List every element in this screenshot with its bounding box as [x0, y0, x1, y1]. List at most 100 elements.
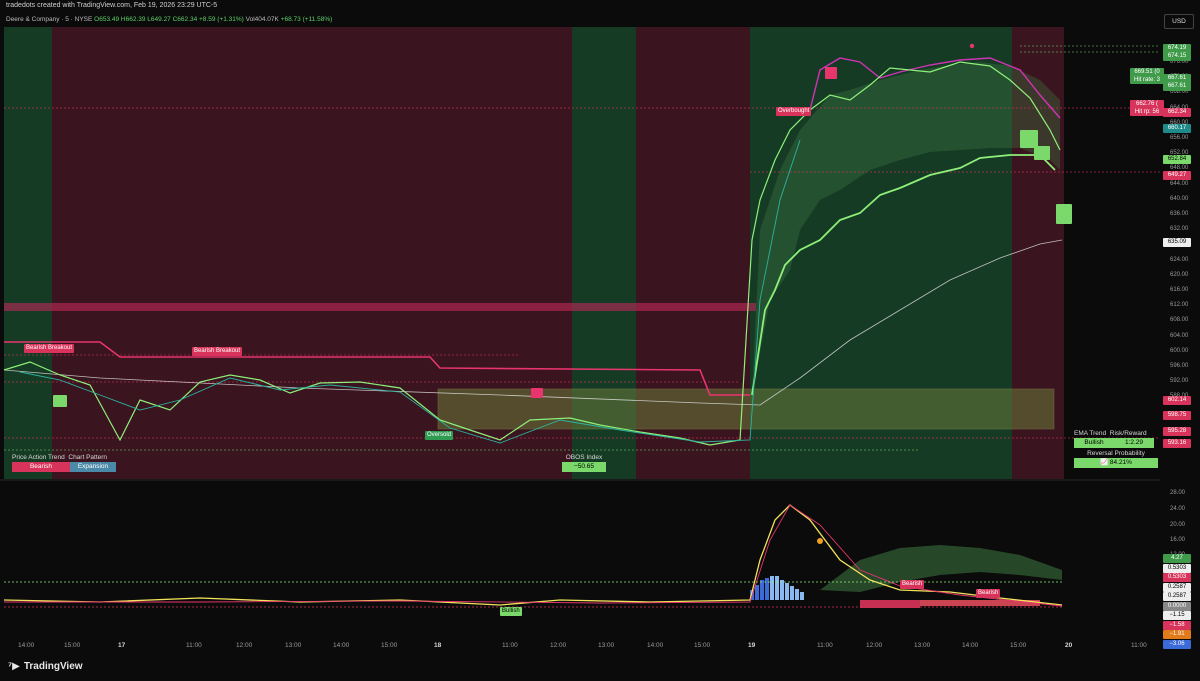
time-axis-tick: 20 — [1065, 642, 1073, 649]
price-action-trend-label: Price Action Trend — [12, 454, 65, 461]
price-tag: 635.09 — [1163, 238, 1191, 247]
time-axis-tick: 15:00 — [694, 642, 711, 649]
time-axis-tick: 13:00 — [285, 642, 302, 649]
time-axis-tick: 19 — [748, 642, 756, 649]
price-axis-tick: 636.00 — [1170, 211, 1189, 217]
oversold-tag: Oversold — [425, 431, 454, 440]
time-axis-tick: 14:00 — [18, 642, 35, 649]
hit-rate-box-bottom: 662.76 ( Hit rp: 56 — [1130, 100, 1164, 116]
bearish-osc-tag: Bearish — [900, 580, 925, 589]
osc-axis-tick: 28.00 — [1170, 490, 1186, 496]
sell-signal-marker[interactable] — [825, 67, 837, 79]
time-axis-tick: 11:00 — [502, 642, 518, 649]
chart-pattern-label: Chart Pattern — [68, 454, 108, 461]
price-axis-tick: 624.00 — [1170, 256, 1189, 263]
price-axis-tick: 644.00 — [1170, 180, 1189, 187]
price-tag: 649.27 — [1163, 171, 1191, 180]
bullish-osc-tag: Bullish — [500, 607, 522, 616]
time-axis-tick: 13:00 — [598, 642, 615, 649]
price-tag: 667.61 — [1163, 82, 1191, 91]
time-axis-tick: 15:00 — [381, 642, 398, 649]
osc-axis-tick: 16.00 — [1170, 537, 1186, 543]
hit-rate-bottom-rate: Hit rp: 56 — [1134, 109, 1160, 115]
price-axis-tick: 604.00 — [1170, 332, 1189, 339]
price-tag: 602.14 — [1163, 396, 1191, 405]
chart-canvas[interactable] — [0, 0, 1200, 681]
osc-tag: 0.0000 — [1163, 601, 1191, 611]
buy-signal-marker[interactable] — [1034, 146, 1050, 160]
buy-signal-marker[interactable] — [1020, 130, 1038, 148]
bull-zone-1 — [4, 27, 52, 479]
buy-signal-marker[interactable] — [53, 395, 67, 407]
osc-tag: −1.91 — [1163, 630, 1191, 639]
chart-pattern-value: Expansion — [70, 462, 116, 472]
price-axis-tick: 616.00 — [1170, 287, 1189, 293]
price-axis-tick: 656.00 — [1170, 135, 1189, 141]
sell-signal-marker[interactable] — [531, 388, 543, 398]
obos-label: OBOS Index — [565, 454, 603, 461]
tradingview-logo-icon: ⁷▶ — [8, 661, 20, 672]
osc-tag: 4.27 — [1163, 554, 1191, 563]
hit-rate-bottom-price: 662.76 ( — [1135, 101, 1159, 107]
price-action-trend-value: Bearish — [12, 462, 70, 472]
osc-tag: −1.15 — [1163, 611, 1191, 620]
time-axis-tick: 14:00 — [962, 642, 979, 649]
price-axis-tick: 596.00 — [1170, 363, 1189, 369]
osc-tag: −1.58 — [1163, 620, 1191, 630]
osc-tag: 0.2587 — [1163, 592, 1191, 601]
time-axis-tick: 12:00 — [236, 642, 253, 649]
ema-trend-label: EMA Trend — [1074, 430, 1107, 437]
price-axis-tick: 600.00 — [1170, 347, 1189, 354]
bearish-osc-tag: Bearish — [976, 589, 1001, 598]
hit-rate-box-top: 669.51 (0 Hit rate: 3 — [1130, 68, 1164, 84]
price-axis-tick: 592.00 — [1170, 378, 1189, 385]
ema-trend-value: Bullish — [1074, 438, 1114, 448]
time-axis-tick: 11:00 — [186, 642, 202, 649]
price-axis-tick: 612.00 — [1170, 302, 1189, 309]
price-axis-tick: 608.00 — [1170, 317, 1189, 324]
price-tag: 674.15 — [1163, 52, 1191, 61]
bearish-breakout-tag: Bearish Breakout — [24, 344, 75, 353]
time-axis-tick: 14:00 — [647, 642, 664, 649]
time-axis-tick: 13:00 — [914, 642, 931, 649]
price-action-table: Price Action Trend Chart Pattern Bearish… — [12, 454, 116, 472]
time-axis-tick: 14:00 — [333, 642, 350, 649]
risk-reward-label: Risk/Reward — [1109, 430, 1147, 437]
time-axis-tick: 12:00 — [550, 642, 567, 649]
ema-table: EMA Trend Risk/Reward Bullish 1:2.29 Reve… — [1074, 430, 1158, 468]
hit-rate-top-rate: Hit rate: 3 — [1133, 77, 1160, 83]
price-tag: 595.28 — [1163, 427, 1191, 436]
osc-tag: −3.06 — [1163, 639, 1191, 649]
risk-reward-value: 1:2.29 — [1114, 438, 1154, 448]
obos-value: −50.65 — [562, 462, 606, 472]
osc-axis-tick: 20.00 — [1170, 522, 1186, 528]
price-tag: 593.16 — [1163, 439, 1191, 448]
obos-table: OBOS Index −50.65 — [562, 454, 606, 472]
bearish-breakout-tag: Bearish Breakout — [192, 347, 243, 356]
time-axis-tick: 17 — [118, 642, 126, 649]
resistance-band — [4, 303, 756, 311]
time-axis-tick: 11:00 — [817, 642, 833, 649]
osc-axis-tick: 24.00 — [1170, 506, 1186, 512]
time-axis-tick: 15:00 — [64, 642, 81, 649]
time-axis-tick: 15:00 — [1010, 642, 1027, 649]
price-tag: 660.17 — [1163, 124, 1191, 133]
time-axis-tick: 18 — [434, 642, 442, 649]
brand-name: TradingView — [23, 661, 83, 672]
price-axis-tick: 640.00 — [1170, 195, 1189, 202]
price-tag: 598.75 — [1163, 411, 1191, 420]
price-tag: 652.84 — [1163, 155, 1191, 164]
tradingview-brand[interactable]: ⁷▶ TradingView — [8, 661, 83, 675]
osc-dot — [817, 538, 823, 544]
price-axis-tick: 620.00 — [1170, 271, 1189, 278]
reversal-value: 📈 84.21% — [1074, 458, 1158, 468]
peak-dot — [969, 43, 975, 49]
time-axis-tick: 12:00 — [866, 642, 883, 649]
osc-tag: 0.2587 — [1163, 582, 1191, 592]
price-axis-tick: 632.00 — [1170, 226, 1189, 233]
buy-signal-marker[interactable] — [1056, 204, 1072, 224]
osc-tag: 0.5303 — [1163, 573, 1191, 582]
osc-tag: 0.5303 — [1163, 563, 1191, 573]
price-tag: 662.34 — [1163, 108, 1191, 117]
reversal-label: Reversal Probability — [1087, 450, 1145, 457]
